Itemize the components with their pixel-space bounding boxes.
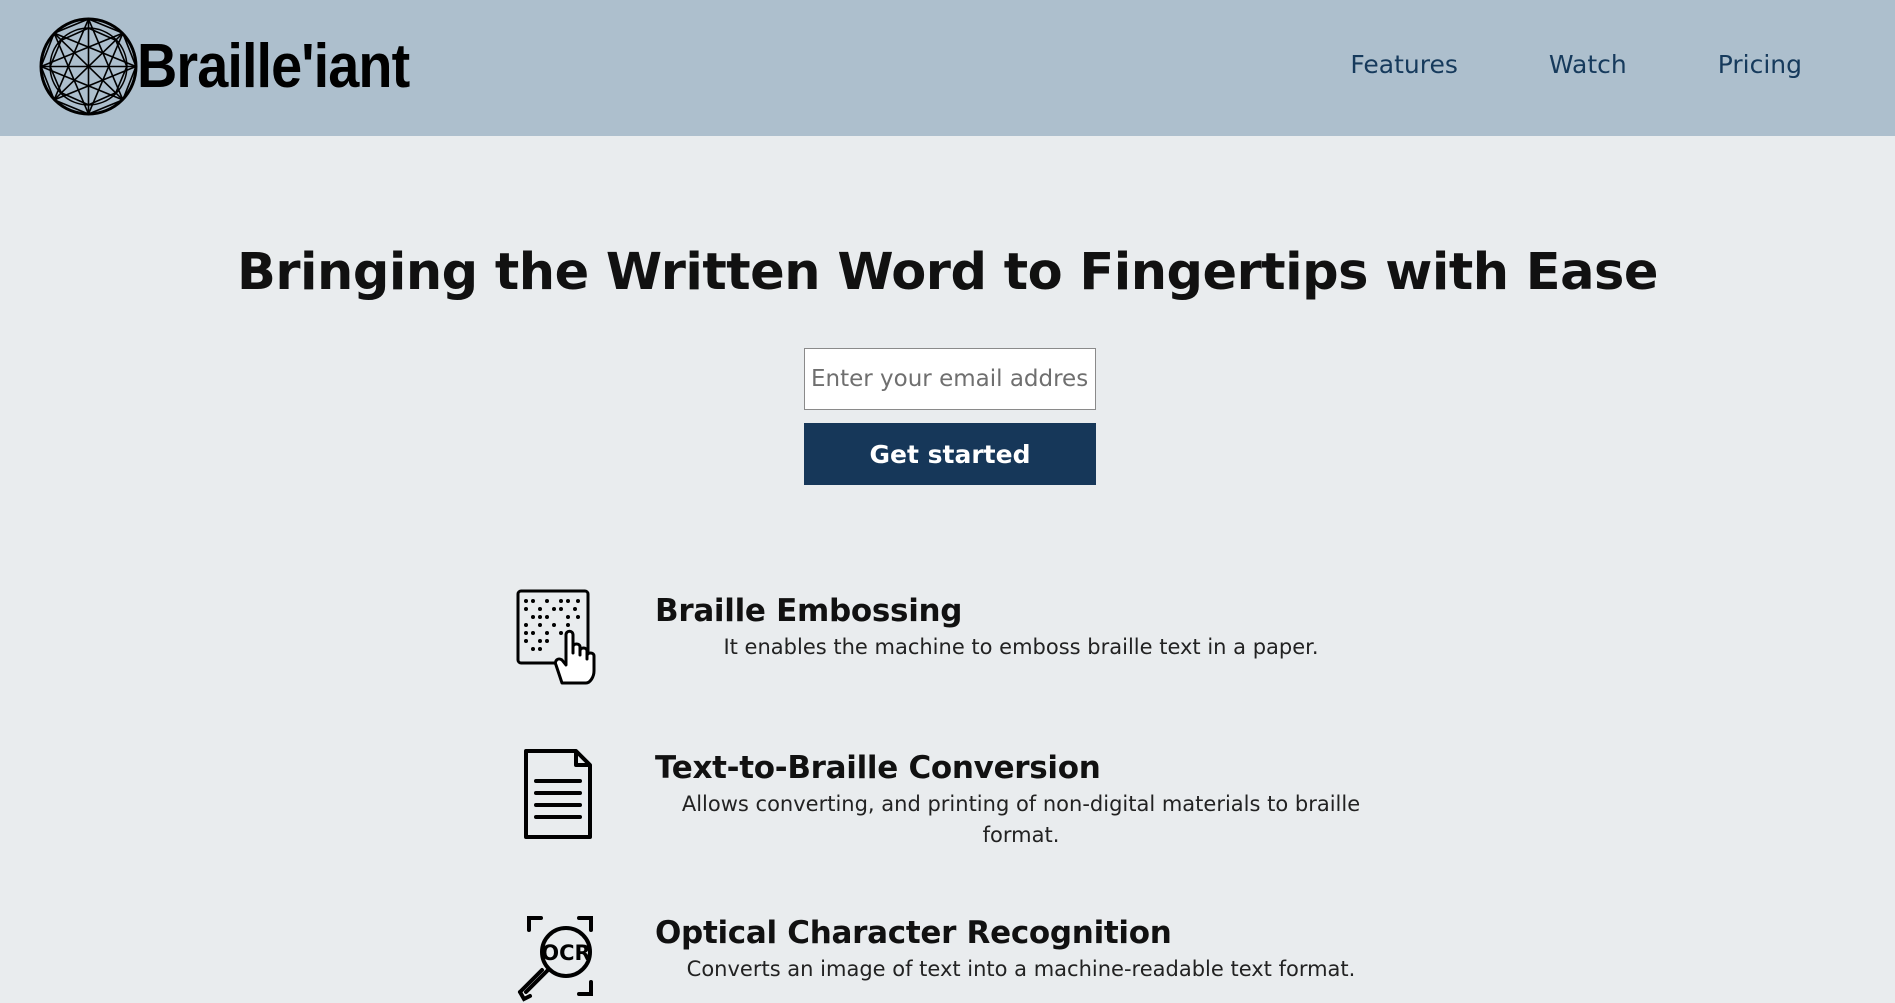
feature-title: Text-to-Braille Conversion — [655, 750, 1101, 786]
feature-title: Optical Character Recognition — [655, 915, 1172, 951]
nav-link-pricing[interactable]: Pricing — [1718, 48, 1802, 82]
globe-logo-icon — [39, 17, 138, 116]
nav-link-features[interactable]: Features — [1350, 48, 1458, 82]
ocr-magnifier-icon: OCR — [518, 916, 593, 1002]
logo-wordmark: Braille'iant — [137, 31, 410, 101]
hero-title: Bringing the Written Word to Fingertips … — [237, 243, 1658, 302]
braille-hand-icon — [516, 589, 596, 685]
feature-title: Braille Embossing — [655, 593, 963, 629]
site-header: Braille'iant Features Watch Pricing — [0, 0, 1895, 136]
svg-text:OCR: OCR — [541, 941, 590, 965]
nav-link-watch[interactable]: Watch — [1549, 48, 1627, 82]
feature-description: Converts an image of text into a machine… — [686, 957, 1356, 981]
logo[interactable]: Braille'iant — [38, 16, 440, 117]
feature-description: Allows converting, and printing of non-d… — [681, 792, 1361, 847]
feature-description: It enables the machine to emboss braille… — [723, 635, 1319, 659]
document-icon — [524, 749, 592, 839]
main-nav: Features Watch Pricing — [1259, 48, 1802, 82]
get-started-button[interactable]: Get started — [804, 423, 1096, 485]
email-input[interactable] — [804, 348, 1096, 410]
